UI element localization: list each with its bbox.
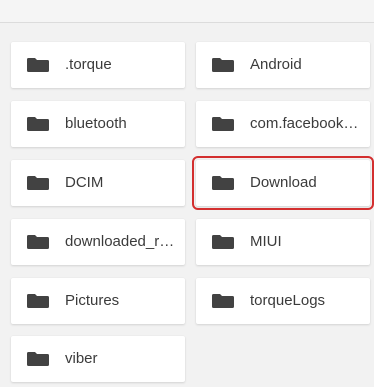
folder-tile-dcim[interactable]: DCIM xyxy=(11,160,185,206)
folder-tile-bluetooth[interactable]: bluetooth xyxy=(11,101,185,147)
folder-name: Download xyxy=(250,174,317,191)
folder-tile-downloaded-rom[interactable]: downloaded_rom xyxy=(11,219,185,265)
folder-icon xyxy=(212,117,234,131)
folder-name: bluetooth xyxy=(65,115,127,132)
folder-icon xyxy=(27,294,49,308)
folder-name: Android xyxy=(250,56,302,73)
folder-icon xyxy=(212,176,234,190)
folder-tile-miui[interactable]: MIUI xyxy=(196,219,370,265)
folder-name: com.facebook.katana xyxy=(250,115,362,132)
folder-tile-torque[interactable]: .torque xyxy=(11,42,185,88)
folder-tile-pictures[interactable]: Pictures xyxy=(11,278,185,324)
folder-tile-viber[interactable]: viber xyxy=(11,336,185,382)
folder-name: Pictures xyxy=(65,292,120,309)
folder-name: viber xyxy=(65,350,98,367)
folder-icon xyxy=(27,235,49,249)
folder-name: .torque xyxy=(65,56,112,73)
folder-icon xyxy=(27,176,49,190)
folder-icon xyxy=(212,294,234,308)
folder-tile-torquelogs[interactable]: torqueLogs xyxy=(196,278,370,324)
folder-name: torqueLogs xyxy=(250,292,326,309)
folder-tile-android[interactable]: Android xyxy=(196,42,370,88)
folder-name: downloaded_rom xyxy=(65,233,177,250)
folder-icon xyxy=(212,58,234,72)
folder-name: DCIM xyxy=(65,174,104,191)
folder-icon xyxy=(27,58,49,72)
folder-name: MIUI xyxy=(250,233,282,250)
folder-tile-download[interactable]: Download xyxy=(192,156,374,210)
folder-grid: .torque Android bluetooth com.facebook.k… xyxy=(0,0,374,387)
folder-icon xyxy=(27,117,49,131)
folder-icon xyxy=(27,352,49,366)
folder-icon xyxy=(212,235,234,249)
folder-tile-com-facebook[interactable]: com.facebook.katana xyxy=(196,101,370,147)
